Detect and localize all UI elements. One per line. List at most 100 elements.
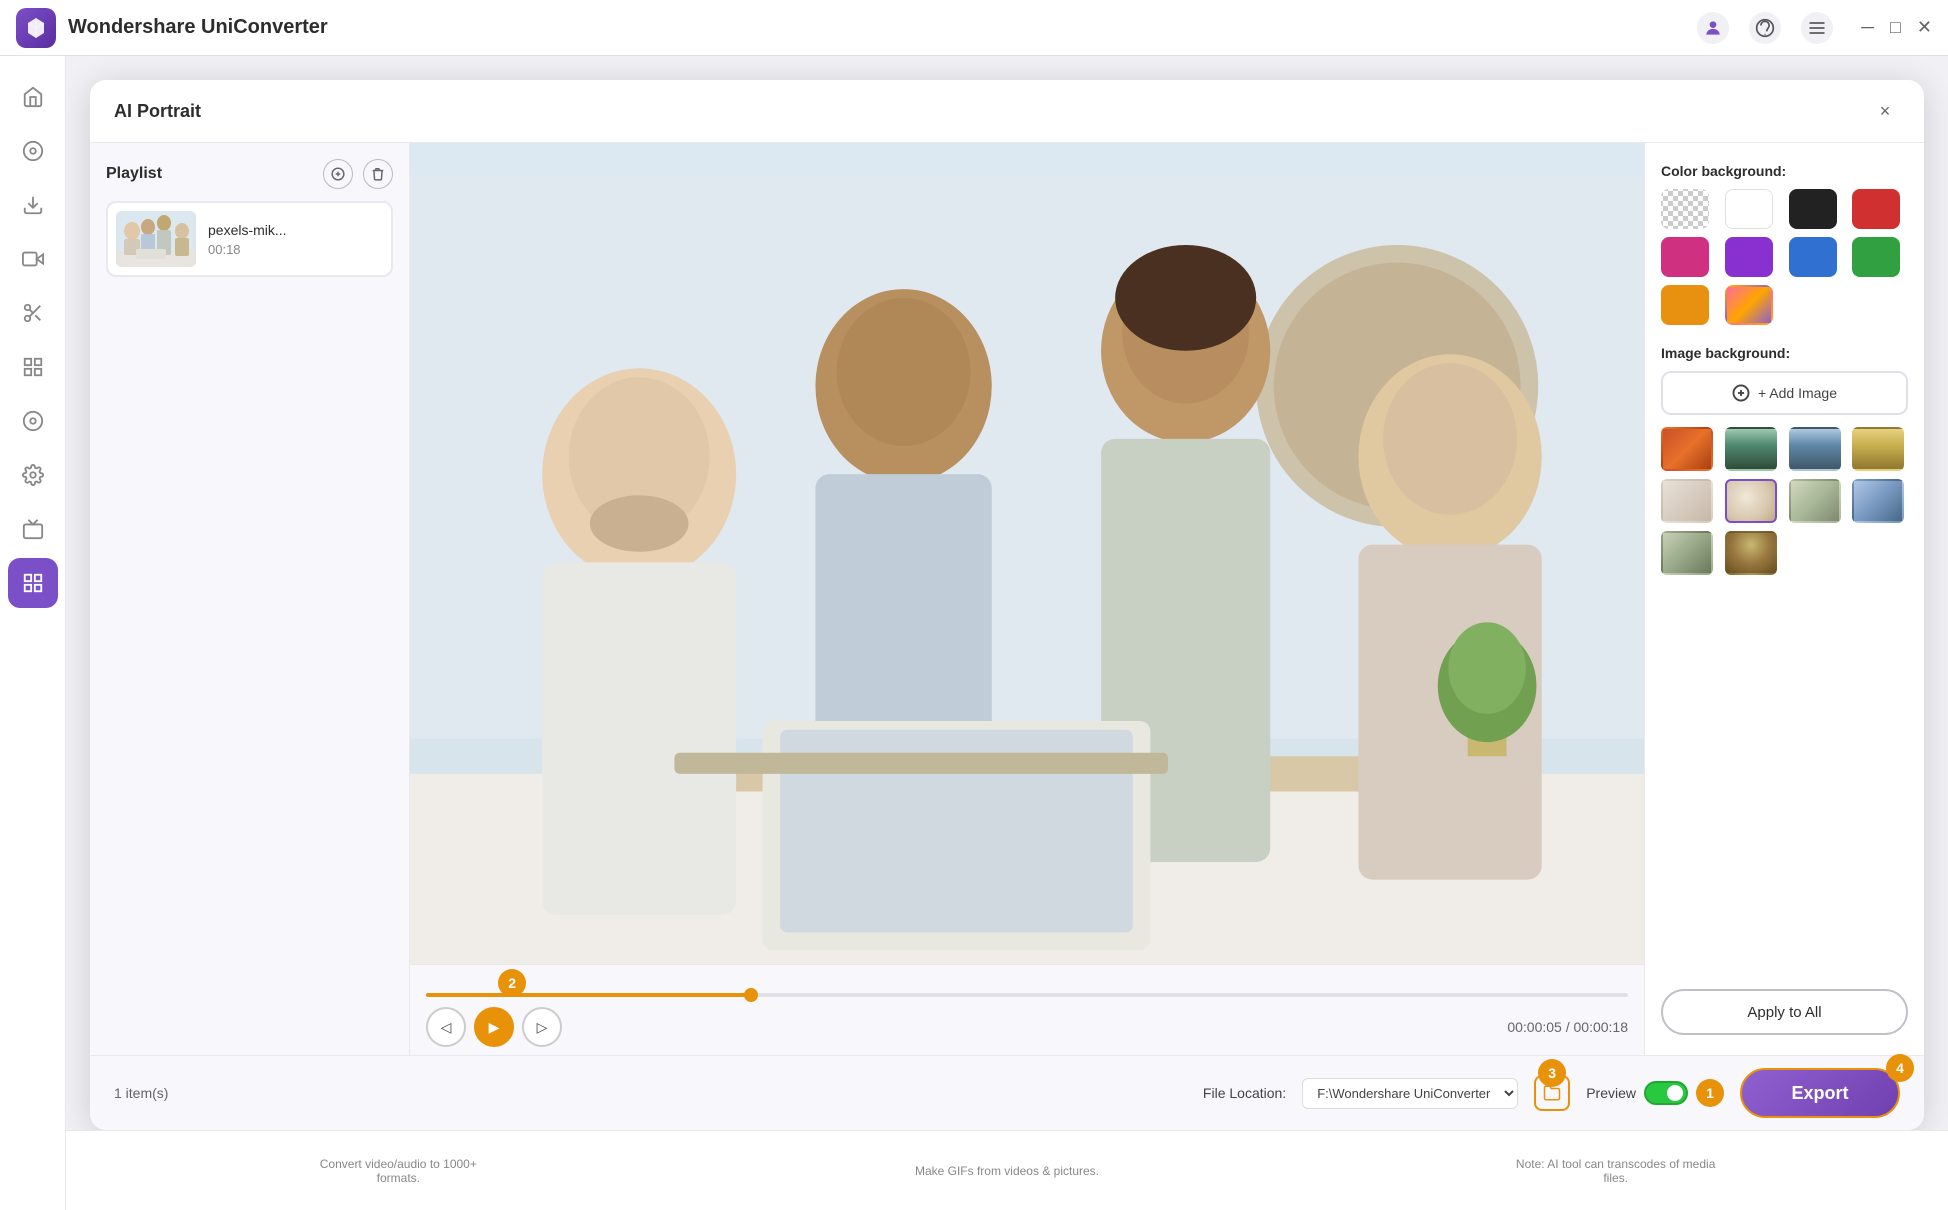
main-content: AI Portrait × Playlist (66, 56, 1948, 1210)
thumbnail-image (116, 211, 196, 267)
video-content (410, 143, 1644, 964)
preview-label: Preview (1586, 1085, 1636, 1101)
playlist-item-info: pexels-mik... 00:18 (208, 222, 287, 257)
color-swatch-orange[interactable] (1661, 285, 1709, 325)
image-thumb-4[interactable] (1852, 427, 1904, 471)
play-button[interactable]: ▶ (474, 1007, 514, 1047)
color-bg-section: Color background: (1661, 163, 1908, 325)
prev-frame-button[interactable]: ◁ (426, 1007, 466, 1047)
image-thumb-3[interactable] (1789, 427, 1841, 471)
video-frame (410, 143, 1644, 964)
export-button[interactable]: Export (1740, 1068, 1900, 1118)
folder-container: 3 (1534, 1075, 1570, 1111)
image-thumb-5[interactable] (1661, 479, 1713, 523)
image-thumb-2[interactable] (1725, 427, 1777, 471)
feature-item-1: Convert video/audio to 1000+ formats. (298, 1157, 498, 1185)
preview-toggle-container: Preview 1 (1586, 1079, 1724, 1107)
playlist-add-button[interactable] (323, 159, 353, 189)
image-thumb-9[interactable] (1661, 531, 1713, 575)
feature-item-2: Make GIFs from videos & pictures. (915, 1164, 1099, 1178)
color-swatch-blue[interactable] (1789, 237, 1837, 277)
ai-portrait-dialog: AI Portrait × Playlist (90, 80, 1924, 1130)
playlist-thumbnail (116, 211, 196, 267)
preview-toggle[interactable] (1644, 1081, 1688, 1105)
playlist-delete-button[interactable] (363, 159, 393, 189)
color-swatch-white[interactable] (1725, 189, 1773, 229)
playlist-item-duration: 00:18 (208, 242, 287, 257)
playlist-panel: Playlist (90, 143, 410, 1055)
playlist-item[interactable]: pexels-mik... 00:18 (106, 201, 393, 277)
image-grid (1661, 427, 1908, 575)
feature-text-1: Convert video/audio to 1000+ formats. (298, 1157, 498, 1185)
color-swatch-purple[interactable] (1725, 237, 1773, 277)
sidebar-item-merge[interactable] (8, 342, 58, 392)
image-bg-label: Image background: (1661, 345, 1908, 361)
menu-button[interactable] (1801, 12, 1833, 44)
color-swatch-pink[interactable] (1661, 237, 1709, 277)
maximize-button[interactable]: □ (1890, 17, 1901, 38)
time-display: 00:00:05 / 00:00:18 (1507, 1019, 1628, 1035)
image-thumb-10[interactable] (1725, 531, 1777, 575)
playback-controls: ◁ ▶ ▷ (426, 1007, 562, 1047)
time-separator: / (1566, 1019, 1574, 1035)
add-image-button[interactable]: + Add Image (1661, 371, 1908, 415)
app-logo (16, 8, 56, 48)
sidebar-item-convert[interactable] (8, 126, 58, 176)
total-time: 00:00:18 (1574, 1019, 1629, 1035)
video-controls: 2 ◁ ▶ ▷ 00:00: (410, 964, 1644, 1055)
sidebar-item-video-editor[interactable] (8, 234, 58, 284)
sidebar-item-trim[interactable] (8, 288, 58, 338)
feature-strip: Convert video/audio to 1000+ formats. Ma… (66, 1130, 1948, 1210)
feature-text-2: Make GIFs from videos & pictures. (915, 1164, 1099, 1178)
image-thumb-7[interactable] (1789, 479, 1841, 523)
sidebar-item-tv[interactable] (8, 504, 58, 554)
user-account-button[interactable] (1697, 12, 1729, 44)
image-bg-section: Image background: + Add Image (1661, 345, 1908, 575)
add-image-label: + Add Image (1758, 385, 1837, 401)
dialog-close-button[interactable]: × (1870, 96, 1900, 126)
progress-bar[interactable] (426, 993, 1628, 997)
color-swatch-gradient[interactable] (1725, 285, 1773, 325)
playlist-item-name: pexels-mik... (208, 222, 287, 238)
sidebar (0, 56, 66, 1210)
item-count: 1 item(s) (114, 1085, 168, 1101)
feature-text-3: Note: AI tool can transcodes of media fi… (1516, 1157, 1716, 1185)
dialog-footer: 1 item(s) File Location: F:\Wondershare … (90, 1055, 1924, 1130)
apply-to-all-button[interactable]: Apply to All (1661, 989, 1908, 1035)
support-button[interactable] (1749, 12, 1781, 44)
color-swatch-transparent[interactable] (1661, 189, 1709, 229)
image-thumb-6[interactable] (1725, 479, 1777, 523)
apply-all-container: Apply to All (1661, 989, 1908, 1035)
progress-fill (426, 993, 751, 997)
sidebar-item-settings[interactable] (8, 450, 58, 500)
dialog-body: Playlist (90, 143, 1924, 1055)
sidebar-item-screen-record[interactable] (8, 396, 58, 446)
color-swatch-red[interactable] (1852, 189, 1900, 229)
image-thumb-1[interactable] (1661, 427, 1713, 471)
color-swatch-green[interactable] (1852, 237, 1900, 277)
minimize-button[interactable]: ─ (1861, 17, 1874, 38)
footer-right: File Location: F:\Wondershare UniConvert… (1203, 1068, 1900, 1118)
app-title: Wondershare UniConverter (68, 16, 1697, 39)
sidebar-item-toolbox[interactable] (8, 558, 58, 608)
file-location-label: File Location: (1203, 1085, 1286, 1101)
right-panel: Color background: (1644, 143, 1924, 1055)
file-path-select[interactable]: F:\Wondershare UniConverter (1302, 1078, 1518, 1109)
next-frame-button[interactable]: ▷ (522, 1007, 562, 1047)
current-time: 00:00:05 (1507, 1019, 1562, 1035)
toggle-knob (1667, 1085, 1683, 1101)
color-grid (1661, 189, 1908, 325)
export-container: 4 Export (1740, 1068, 1900, 1118)
image-thumb-8[interactable] (1852, 479, 1904, 523)
dialog-header: AI Portrait × (90, 80, 1924, 143)
sidebar-item-download[interactable] (8, 180, 58, 230)
sidebar-item-home[interactable] (8, 72, 58, 122)
title-bar: Wondershare UniConverter ─ □ ✕ (0, 0, 1948, 56)
dialog-title: AI Portrait (114, 101, 201, 122)
color-swatch-black[interactable] (1789, 189, 1837, 229)
window-close-button[interactable]: ✕ (1917, 17, 1932, 38)
playlist-controls (323, 159, 393, 189)
color-bg-label: Color background: (1661, 163, 1908, 179)
step-badge-1: 1 (1696, 1079, 1724, 1107)
progress-thumb (744, 988, 758, 1002)
